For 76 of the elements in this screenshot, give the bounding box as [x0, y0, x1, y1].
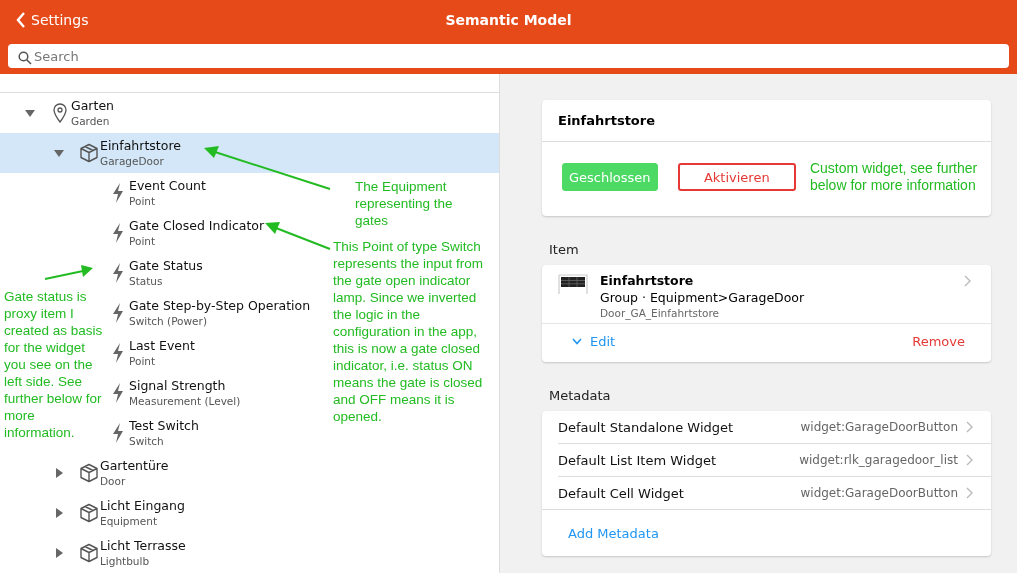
tree-item[interactable]: Gate Step-by-Step Operation Switch (Power) — [107, 293, 317, 333]
annotation-text: Custom widget, see further below for more information — [809, 160, 979, 194]
annotation-arrow — [265, 222, 331, 250]
cube-icon — [79, 503, 99, 523]
tree-item[interactable]: Licht Eingang Equipment — [49, 493, 191, 533]
item-type: Measurement (Level) — [129, 394, 241, 409]
lightning-icon — [112, 223, 124, 243]
tree-item[interactable]: Last Event Point — [107, 333, 201, 373]
tree-item[interactable]: Event Count Point — [107, 173, 212, 213]
cube-icon — [79, 463, 99, 483]
item-type: Status — [129, 274, 164, 289]
tree-item[interactable]: Test Switch Switch — [107, 413, 205, 453]
remove-link[interactable]: Remove — [912, 334, 965, 349]
search-icon — [18, 51, 32, 65]
metadata-row[interactable]: Default Cell Widget widget:GarageDoorButton — [542, 477, 991, 510]
chevron-right-icon[interactable] — [964, 275, 971, 287]
metadata-row[interactable]: Default List Item Widget widget:rlk_garagedoor_list — [558, 444, 991, 477]
tree-item[interactable]: Signal Strength Measurement (Level) — [107, 373, 247, 413]
section-heading: Metadata — [548, 387, 612, 405]
page-title: Semantic Model — [444, 12, 573, 28]
cube-icon — [79, 543, 99, 563]
tree-item[interactable]: Garten Garden — [20, 93, 120, 133]
item-label: Test Switch — [129, 417, 199, 434]
item-label: Gate Closed Indicator — [129, 217, 265, 234]
tree-item[interactable]: Gate Closed Indicator Point — [107, 213, 271, 253]
annotation-text: Gate status is proxy item I created as basis for the widget you see on the left side. See further below for more information. — [4, 288, 104, 441]
item-label: Gartentüre — [100, 457, 169, 474]
chevron-right-icon — [966, 454, 973, 466]
item-type: Switch (Power) — [129, 314, 208, 329]
chevron-right-icon — [966, 421, 973, 433]
caret-down-icon — [572, 338, 582, 345]
metadata-row[interactable]: Default Standalone Widget widget:GarageDoorButton — [558, 411, 991, 444]
item-type: Switch — [129, 434, 165, 449]
lightning-icon — [112, 303, 124, 323]
item-name: Einfahrtstore — [600, 273, 695, 289]
tree-item[interactable]: Gate Status Status — [107, 253, 209, 293]
back-chevron-icon — [16, 12, 26, 28]
widget-button[interactable]: Aktivieren — [677, 163, 796, 191]
annotation-text: This Point of type Switch represents the input from the gate open indicator lamp. Since we inverted the logic in the configuration in the app, this is now a gate closed indicator, i.e. status ON means the gate is closed and OFF means it is opened. — [333, 238, 485, 425]
item-type: Point — [129, 194, 157, 209]
tree-item[interactable]: Licht Terrasse Lightbulb — [49, 533, 192, 573]
item-type: Point — [129, 234, 157, 249]
item-type: Equipment — [100, 514, 158, 529]
tree-item[interactable]: Einfahrtstore GarageDoor — [0, 133, 499, 173]
item-label: Gate Step-by-Step Operation — [129, 297, 311, 314]
lightning-icon — [112, 383, 124, 403]
annotation-arrow — [44, 265, 93, 280]
item-label: Garten — [71, 97, 114, 114]
section-heading: Item — [548, 241, 580, 259]
item-type: Garden — [71, 114, 111, 129]
cube-icon — [79, 143, 99, 163]
location-pin-icon — [53, 103, 67, 123]
chevron-right-icon — [966, 487, 973, 499]
item-label: Gate Status — [129, 257, 203, 274]
item-label: Event Count — [129, 177, 206, 194]
search-field[interactable]: Search — [8, 44, 1009, 68]
annotation-text: The Equipment representing the gates — [355, 178, 454, 229]
item-label: Signal Strength — [129, 377, 227, 394]
item-type: Lightbulb — [100, 554, 151, 569]
lightning-icon — [112, 183, 124, 203]
item-type: GarageDoor — [100, 154, 165, 169]
card-title: Einfahrtstore — [542, 100, 991, 142]
item-type-path: Group · Equipment>GarageDoor — [600, 289, 806, 307]
back-link[interactable]: Settings — [0, 12, 89, 28]
item-label: Last Event — [129, 337, 195, 354]
item-label: Licht Eingang — [100, 497, 185, 514]
item-label: Einfahrtstore — [100, 137, 181, 154]
item-label: Licht Terrasse — [100, 537, 186, 554]
item-type: Point — [129, 354, 157, 369]
item-type: Door — [100, 474, 127, 489]
lightning-icon — [112, 343, 124, 363]
item-id: Door_GA_Einfahrtstore — [600, 307, 721, 319]
garage-door-icon — [558, 273, 588, 295]
lightning-icon — [112, 423, 124, 443]
tree-item[interactable]: Gartentüre Door — [49, 453, 175, 493]
lightning-icon — [112, 263, 124, 283]
